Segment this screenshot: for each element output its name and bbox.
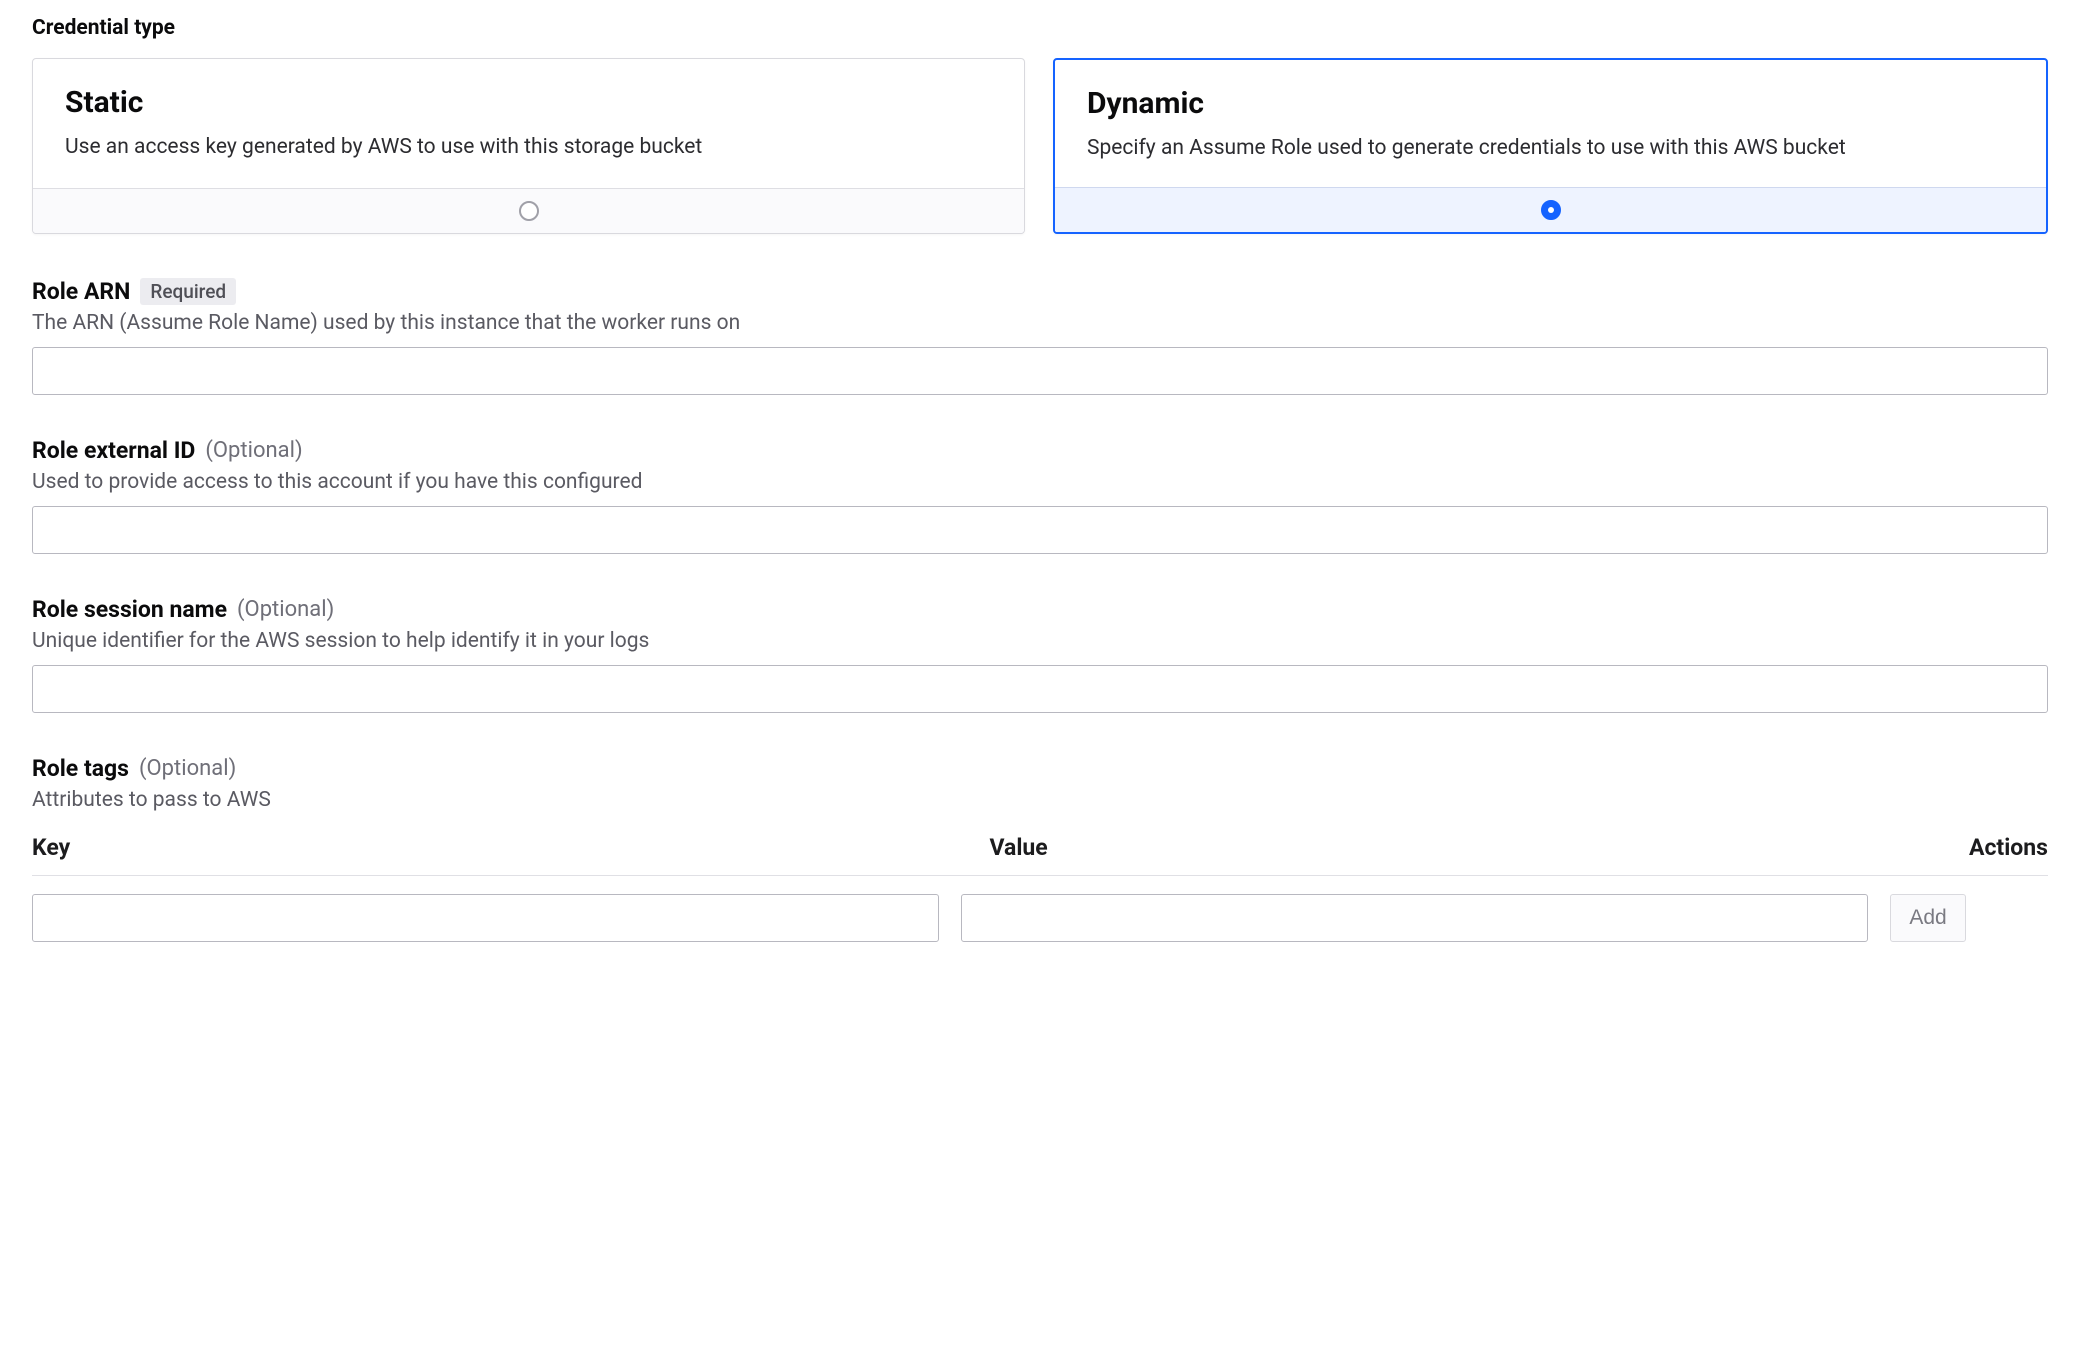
field-label-row: Role session name (Optional) [32, 596, 2048, 623]
card-body: Static Use an access key generated by AW… [33, 59, 1024, 188]
role-external-id-input[interactable] [32, 506, 2048, 554]
field-role-tags: Role tags (Optional) Attributes to pass … [32, 755, 2048, 942]
credential-type-card-static[interactable]: Static Use an access key generated by AW… [32, 58, 1025, 234]
optional-badge: (Optional) [139, 756, 236, 781]
field-role-external-id: Role external ID (Optional) Used to prov… [32, 437, 2048, 554]
field-role-arn: Role ARN Required The ARN (Assume Role N… [32, 278, 2048, 395]
add-tag-button[interactable]: Add [1890, 894, 1965, 942]
field-label-row: Role external ID (Optional) [32, 437, 2048, 464]
field-label-row: Role ARN Required [32, 278, 2048, 305]
role-arn-input[interactable] [32, 347, 2048, 395]
card-body: Dynamic Specify an Assume Role used to g… [1055, 60, 2046, 187]
role-external-id-label: Role external ID [32, 437, 195, 464]
role-arn-label: Role ARN [32, 278, 130, 305]
required-badge: Required [140, 278, 236, 305]
optional-badge: (Optional) [237, 597, 334, 622]
field-role-session-name: Role session name (Optional) Unique iden… [32, 596, 2048, 713]
role-session-name-label: Role session name [32, 596, 227, 623]
radio-indicator [519, 201, 539, 221]
card-desc-static: Use an access key generated by AWS to us… [65, 132, 992, 162]
role-tags-row: Add [32, 894, 2048, 942]
role-arn-help: The ARN (Assume Role Name) used by this … [32, 311, 2048, 335]
credential-type-card-dynamic[interactable]: Dynamic Specify an Assume Role used to g… [1053, 58, 2048, 234]
role-tags-help: Attributes to pass to AWS [32, 788, 2048, 812]
field-label-row: Role tags (Optional) [32, 755, 2048, 782]
credential-type-cards: Static Use an access key generated by AW… [32, 58, 2048, 234]
tags-header-value: Value [980, 834, 1887, 861]
optional-badge: (Optional) [205, 438, 302, 463]
role-session-name-input[interactable] [32, 665, 2048, 713]
credential-type-label: Credential type [32, 16, 2048, 40]
card-footer [33, 188, 1024, 233]
card-title-dynamic: Dynamic [1087, 86, 2014, 121]
role-tags-label: Role tags [32, 755, 129, 782]
role-tag-value-input[interactable] [961, 894, 1868, 942]
role-session-name-help: Unique identifier for the AWS session to… [32, 629, 2048, 653]
tags-header-actions: Actions [1887, 834, 2048, 861]
card-footer [1055, 187, 2046, 232]
card-desc-dynamic: Specify an Assume Role used to generate … [1087, 133, 2014, 163]
radio-indicator [1541, 200, 1561, 220]
role-tag-key-input[interactable] [32, 894, 939, 942]
card-title-static: Static [65, 85, 992, 120]
role-tags-headers: Key Value Actions [32, 834, 2048, 876]
tags-header-key: Key [32, 834, 980, 861]
role-external-id-help: Used to provide access to this account i… [32, 470, 2048, 494]
